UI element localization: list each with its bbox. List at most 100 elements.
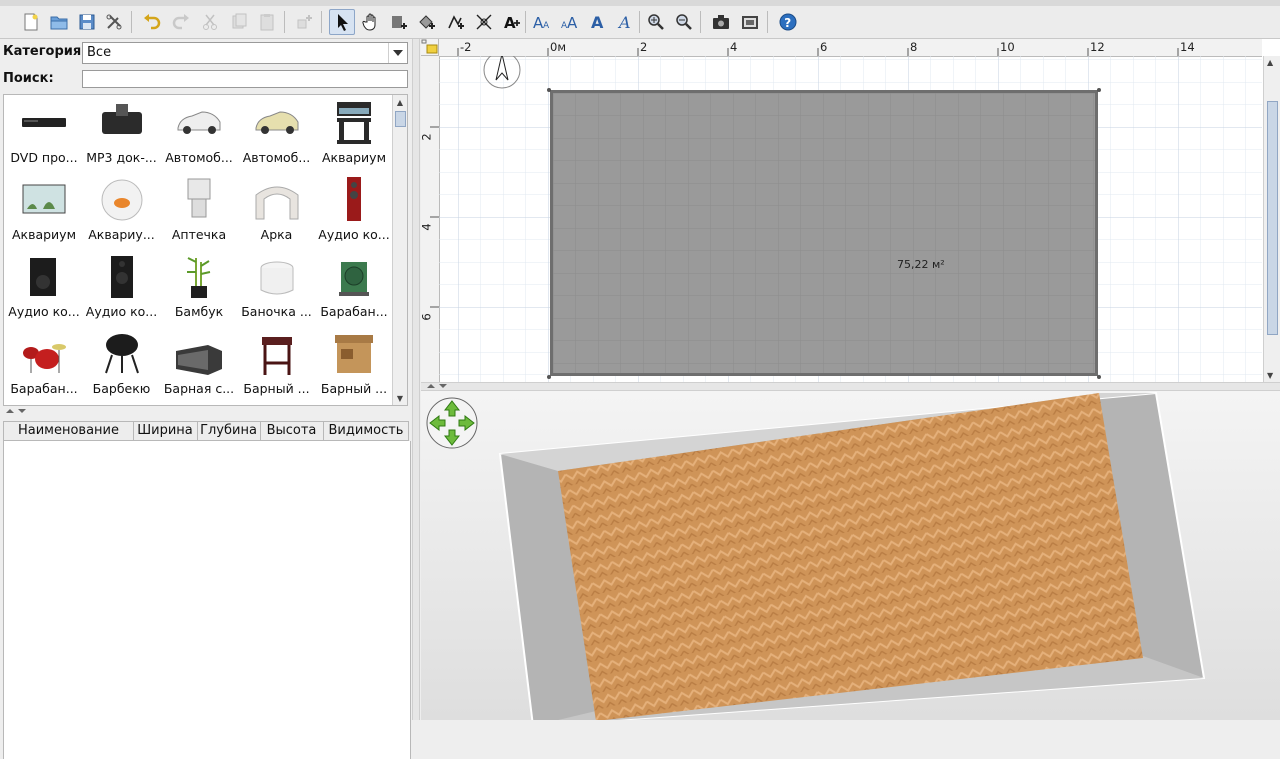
aquarium-stand-icon bbox=[329, 98, 379, 148]
create-polylines-icon[interactable] bbox=[443, 9, 469, 35]
catalog-item[interactable]: Барный ... bbox=[238, 327, 316, 403]
jar-icon bbox=[252, 252, 302, 302]
catalog-item[interactable]: Аптечка bbox=[160, 173, 238, 249]
create-photo-icon[interactable] bbox=[708, 9, 734, 35]
category-label: Категория bbox=[3, 44, 82, 59]
zoom-out-icon[interactable] bbox=[671, 9, 697, 35]
scroll-up-icon[interactable]: ▲ bbox=[393, 95, 407, 109]
catalog-item-label: Аудио ко... bbox=[8, 304, 80, 319]
catalog-item-label: Автомоб... bbox=[165, 150, 233, 165]
ruler-label: -2 bbox=[460, 40, 472, 54]
svg-text:A: A bbox=[543, 21, 550, 31]
catalog-item[interactable]: DVD про... bbox=[5, 96, 83, 172]
furniture-table-body[interactable] bbox=[3, 441, 411, 759]
undo-icon[interactable] bbox=[139, 9, 165, 35]
chevron-down-icon[interactable] bbox=[388, 43, 407, 63]
open-icon[interactable] bbox=[46, 9, 72, 35]
decrease-text-icon[interactable]: AA bbox=[557, 9, 583, 35]
catalog-item-label: Аквариум bbox=[11, 227, 76, 242]
catalog-item[interactable]: Аудио ко... bbox=[315, 173, 393, 249]
cut-icon[interactable] bbox=[197, 9, 223, 35]
column-name[interactable]: Наименование bbox=[4, 422, 134, 440]
room[interactable]: 75,22 м² bbox=[550, 90, 1098, 376]
category-value: Все bbox=[87, 45, 112, 60]
catalog-item[interactable]: Барный ... bbox=[315, 327, 393, 403]
pan-mode-icon[interactable] bbox=[358, 9, 384, 35]
scroll-thumb[interactable] bbox=[395, 111, 406, 127]
plan-grid[interactable]: 75,22 м² bbox=[439, 56, 1262, 382]
catalog-item[interactable]: MP3 док-... bbox=[83, 96, 161, 172]
plan-scrollbar[interactable]: ▲ ▼ bbox=[1263, 56, 1280, 382]
column-depth[interactable]: Глубина bbox=[197, 422, 261, 440]
catalog-item[interactable]: Аквариум bbox=[315, 96, 393, 172]
catalog-item-label: Барный ... bbox=[320, 381, 388, 396]
main-vertical-splitter[interactable] bbox=[412, 39, 420, 720]
catalog-item[interactable]: Баночка ... bbox=[238, 250, 316, 326]
create-video-icon[interactable] bbox=[737, 9, 763, 35]
select-mode-icon[interactable] bbox=[329, 9, 355, 35]
column-width[interactable]: Ширина bbox=[133, 422, 198, 440]
add-furniture-icon[interactable] bbox=[291, 9, 317, 35]
catalog-splitter[interactable] bbox=[0, 408, 412, 416]
help-icon[interactable]: ? bbox=[775, 9, 801, 35]
catalog-item-label: DVD про... bbox=[10, 150, 78, 165]
catalog-item-label: Арка bbox=[260, 227, 293, 242]
create-walls-icon[interactable] bbox=[386, 9, 412, 35]
3d-view[interactable] bbox=[421, 391, 1280, 720]
catalog-item[interactable]: Аквариу... bbox=[83, 173, 161, 249]
catalog-item[interactable]: Барная с... bbox=[160, 327, 238, 403]
view-splitter[interactable] bbox=[421, 382, 1280, 391]
paste-icon[interactable] bbox=[254, 9, 280, 35]
bar-cabinet-icon bbox=[329, 329, 379, 379]
zoom-in-icon[interactable] bbox=[643, 9, 669, 35]
catalog-item[interactable]: Арка bbox=[238, 173, 316, 249]
catalog-item-label: Бамбук bbox=[174, 304, 224, 319]
scroll-down-icon[interactable]: ▼ bbox=[1267, 371, 1273, 380]
svg-text:?: ? bbox=[784, 16, 791, 30]
save-icon[interactable] bbox=[74, 9, 100, 35]
bold-text-icon[interactable]: A bbox=[585, 9, 611, 35]
create-rooms-icon[interactable] bbox=[414, 9, 440, 35]
catalog-item[interactable]: Барбекю bbox=[83, 327, 161, 403]
catalog-item[interactable]: Автомоб... bbox=[238, 96, 316, 172]
copy-icon[interactable] bbox=[226, 9, 252, 35]
increase-text-icon[interactable]: AA bbox=[529, 9, 555, 35]
speaker-red-icon bbox=[329, 175, 379, 225]
svg-text:A: A bbox=[567, 14, 578, 32]
search-input[interactable] bbox=[82, 70, 408, 88]
preferences-icon[interactable] bbox=[101, 9, 127, 35]
plan-view[interactable]: -2 0м 2 4 6 8 10 12 14 2 4 6 75,22 м² ▲ … bbox=[421, 39, 1280, 382]
drum-kit-icon bbox=[19, 329, 69, 379]
furniture-catalog-panel: Категория Все Поиск: DVD про... MP3 док-.… bbox=[0, 39, 412, 759]
catalog-grid: DVD про... MP3 док-... Автомоб... Автомоб..… bbox=[3, 94, 408, 406]
scroll-thumb[interactable] bbox=[1267, 101, 1278, 335]
catalog-item[interactable]: Аудио ко... bbox=[5, 250, 83, 326]
catalog-item[interactable]: Аквариум bbox=[5, 173, 83, 249]
column-height[interactable]: Высота bbox=[260, 422, 324, 440]
ruler-label: 2 bbox=[421, 133, 434, 141]
column-visibility[interactable]: Видимость bbox=[323, 422, 409, 440]
italic-text-icon[interactable]: A bbox=[613, 9, 639, 35]
catalog-item-label: Автомоб... bbox=[242, 150, 311, 165]
catalog-item[interactable]: Бамбук bbox=[160, 250, 238, 326]
barbecue-icon bbox=[97, 329, 147, 379]
catalog-item[interactable]: Аудио ко... bbox=[83, 250, 161, 326]
catalog-item[interactable]: Автомоб... bbox=[160, 96, 238, 172]
medicine-cabinet-icon bbox=[174, 175, 224, 225]
redo-icon[interactable] bbox=[168, 9, 194, 35]
catalog-item[interactable]: Барабан... bbox=[315, 250, 393, 326]
navigation-arrows-icon[interactable] bbox=[426, 397, 478, 449]
catalog-scrollbar[interactable]: ▲ ▼ bbox=[392, 95, 407, 405]
ruler-label: 4 bbox=[730, 40, 738, 54]
category-select[interactable]: Все bbox=[82, 42, 408, 64]
catalog-item[interactable]: Барабан... bbox=[5, 327, 83, 403]
new-home-icon[interactable] bbox=[18, 9, 44, 35]
scroll-down-icon[interactable]: ▼ bbox=[393, 391, 407, 405]
scroll-up-icon[interactable]: ▲ bbox=[1267, 58, 1273, 67]
ruler-label: 8 bbox=[910, 40, 918, 54]
add-text-icon[interactable]: A bbox=[499, 9, 525, 35]
horizontal-ruler: -2 0м 2 4 6 8 10 12 14 bbox=[439, 39, 1262, 57]
create-dimensions-icon[interactable] bbox=[471, 9, 497, 35]
catalog-item-label: Барный ... bbox=[243, 381, 310, 396]
bamboo-icon bbox=[174, 252, 224, 302]
